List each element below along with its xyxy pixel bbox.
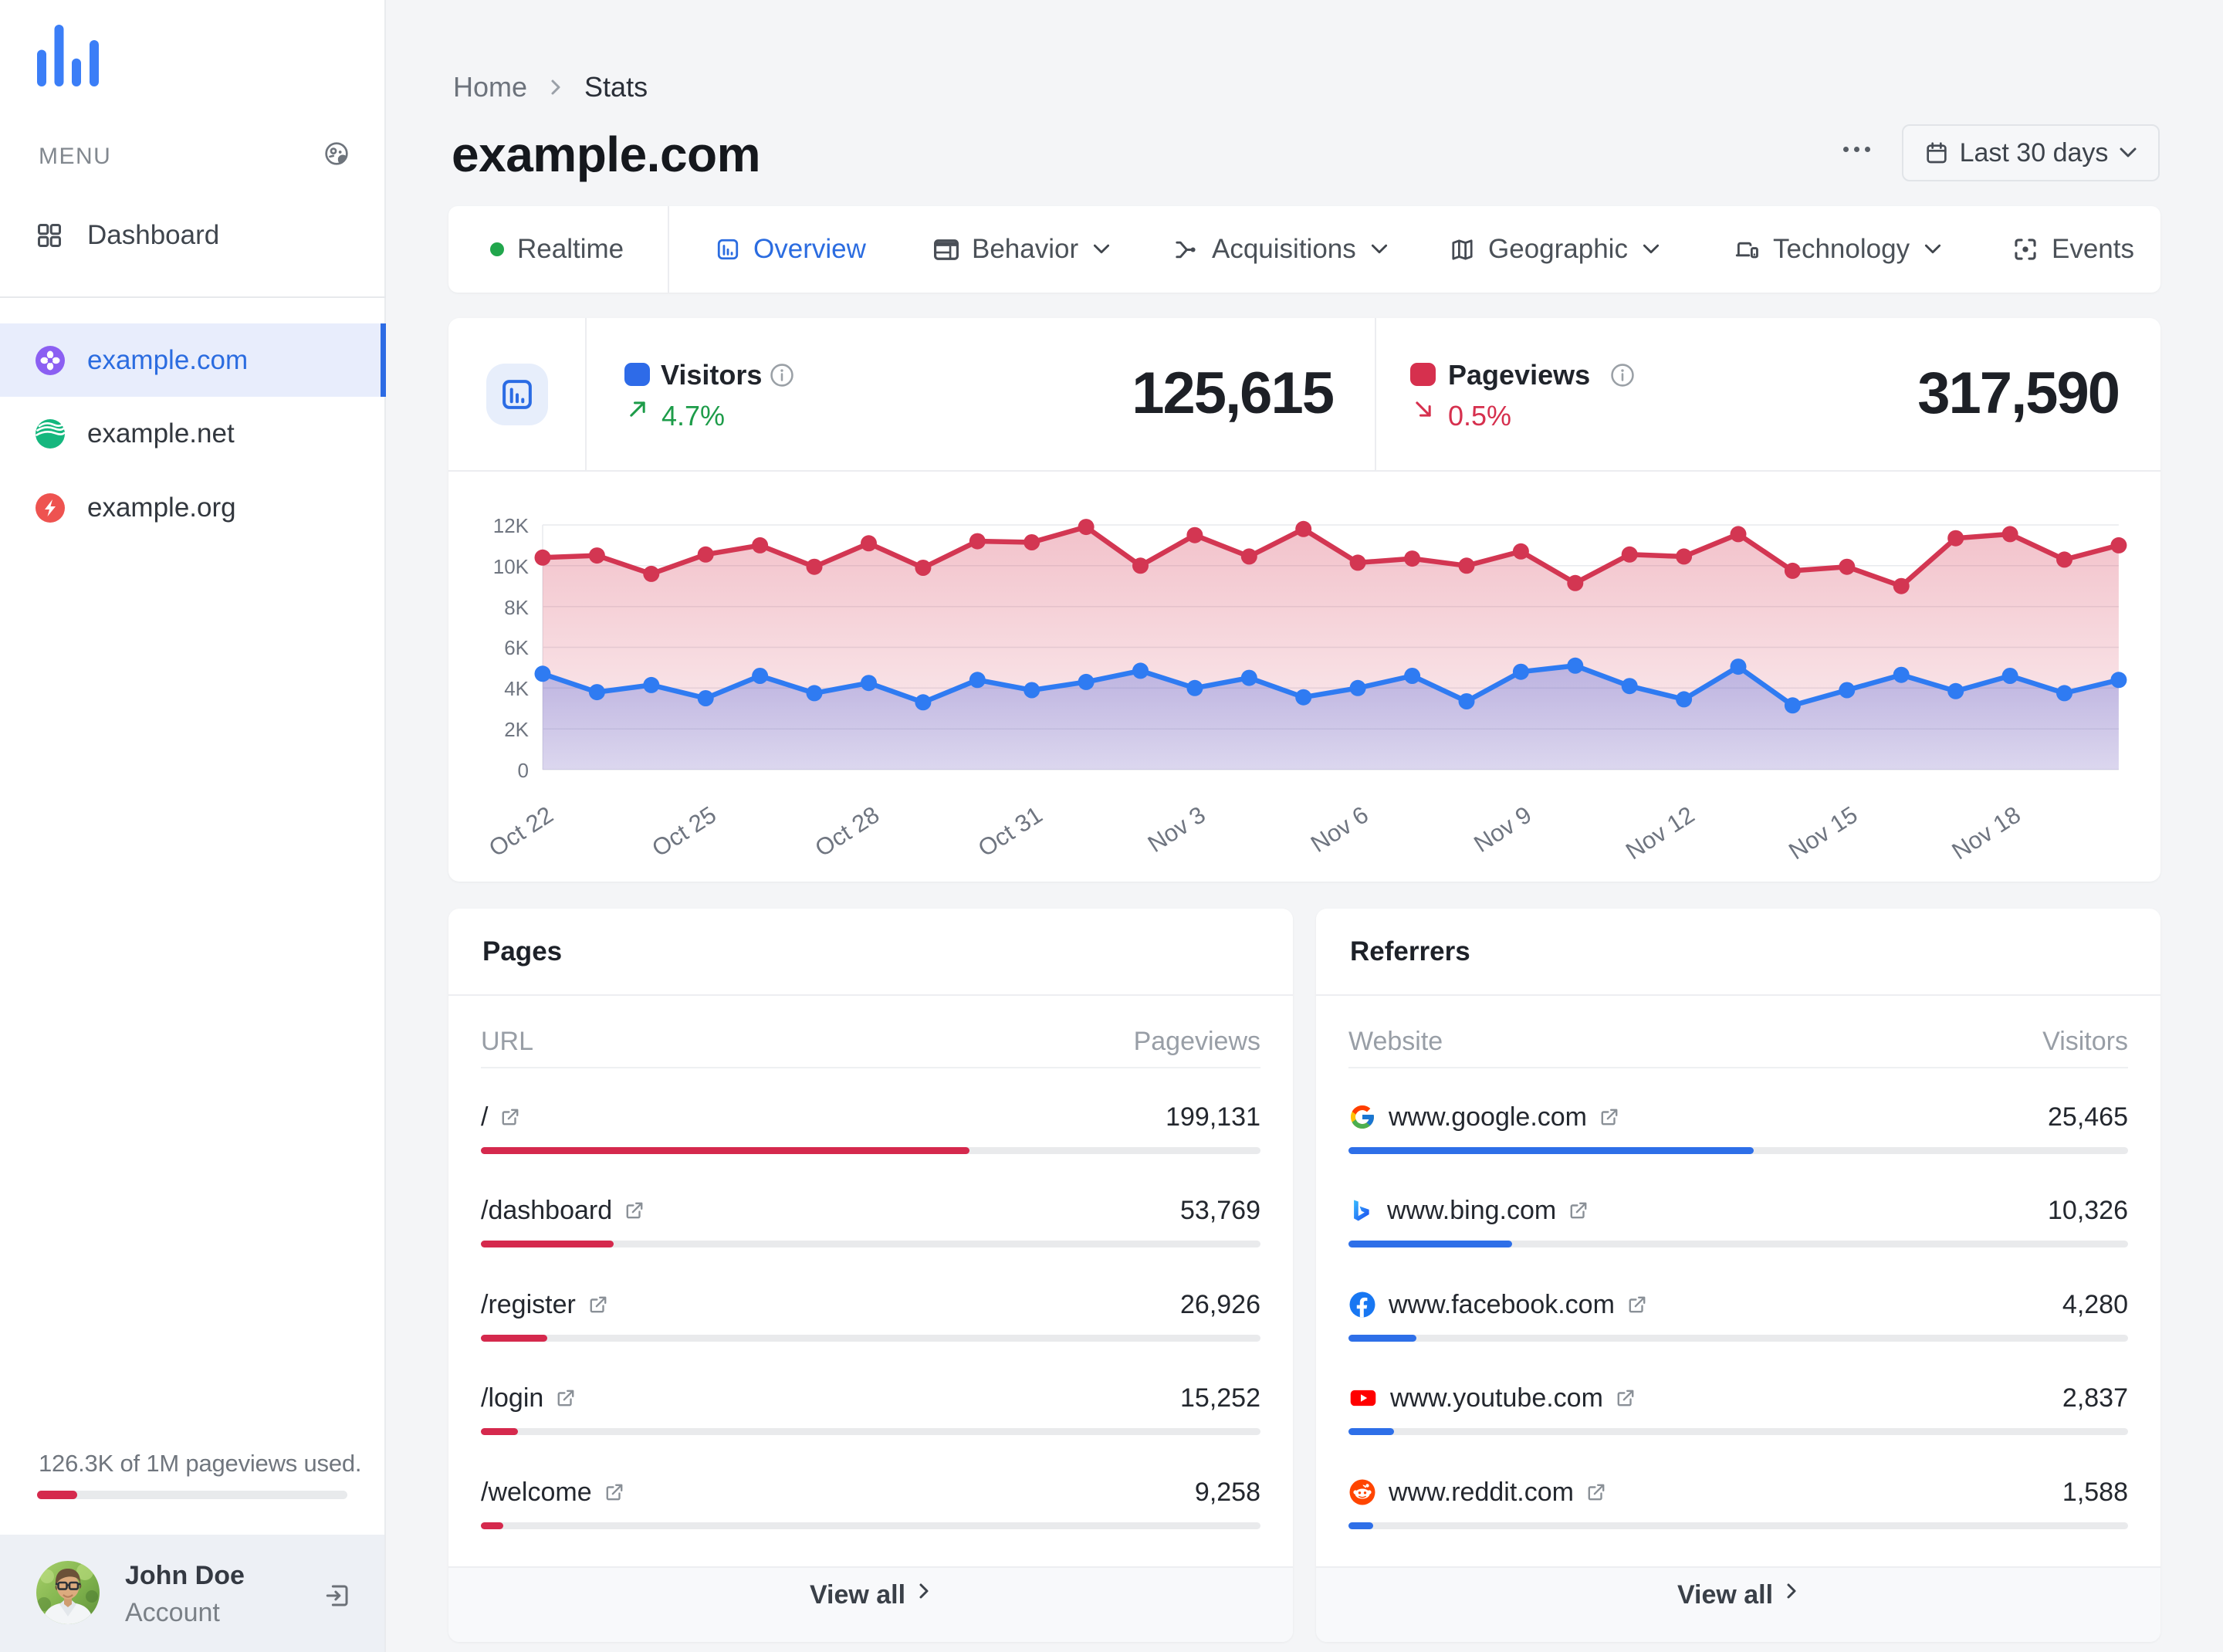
svg-text:6K: 6K bbox=[504, 636, 529, 659]
svg-text:Oct 31: Oct 31 bbox=[973, 801, 1047, 862]
svg-text:4K: 4K bbox=[504, 677, 529, 700]
svg-text:12K: 12K bbox=[493, 514, 530, 537]
svg-text:8K: 8K bbox=[504, 596, 529, 619]
svg-text:Nov 3: Nov 3 bbox=[1143, 801, 1210, 858]
svg-text:Oct 25: Oct 25 bbox=[647, 801, 721, 862]
svg-text:0: 0 bbox=[518, 759, 529, 782]
svg-text:Nov 6: Nov 6 bbox=[1306, 801, 1373, 858]
svg-text:Nov 12: Nov 12 bbox=[1621, 801, 1699, 865]
svg-text:10K: 10K bbox=[493, 555, 530, 578]
svg-text:Oct 28: Oct 28 bbox=[810, 801, 885, 862]
svg-text:Oct 22: Oct 22 bbox=[484, 801, 558, 862]
svg-text:2K: 2K bbox=[504, 718, 529, 741]
svg-text:Nov 15: Nov 15 bbox=[1784, 801, 1862, 865]
svg-text:Nov 18: Nov 18 bbox=[1947, 801, 2025, 865]
svg-text:Nov 9: Nov 9 bbox=[1469, 801, 1536, 858]
